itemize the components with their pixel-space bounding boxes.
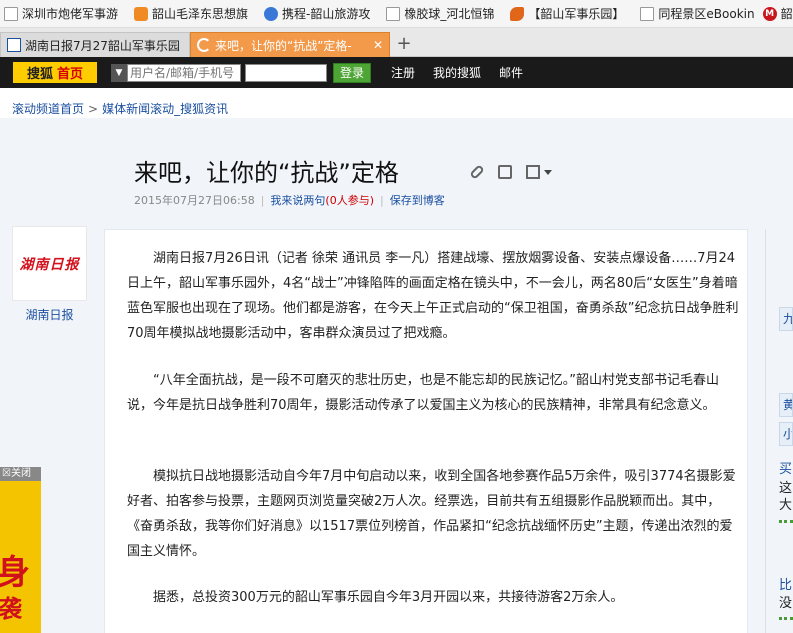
close-tab-icon[interactable]: ✕ [373,38,383,52]
meta-separator: | [380,194,384,207]
right-rail-text-3: 没 [779,596,793,611]
ad-subline: 袭 [0,595,22,623]
comment-count[interactable]: (0人参与) [325,194,374,207]
right-rail-text-2: 大 [779,498,793,513]
ctrip-icon [264,6,279,21]
chevron-down-icon[interactable] [544,169,552,175]
my-sohu-link[interactable]: 我的搜狐 [433,64,481,81]
account-type-dropdown[interactable]: ▼ [111,63,127,82]
right-rail-dots [779,520,793,526]
bookmarks-bar: 深圳市炮佬军事游 韶山毛泽东思想旗 携程-韶山旅游攻 橡胶球_河北恒锦 【韶山军… [0,0,793,28]
login-button[interactable]: 登录 [333,62,371,83]
share-icon[interactable] [526,165,540,179]
register-link[interactable]: 注册 [391,64,415,81]
tab-bar: 湖南日报7月27韶山军事乐园 来吧，让你的“抗战”定格- ✕ + [0,28,793,57]
bookmark-4[interactable]: 【韶山军事乐园】 [506,0,628,27]
article-paragraph-1: 湖南日报7月26日讯（记者 徐荣 通讯员 李一凡）搭建战壕、摆放烟雾设备、安装点… [127,251,739,341]
ad-close-button[interactable]: ☒关闭 [0,467,41,481]
left-floating-ad[interactable]: ☒关闭 身 袭 [0,467,41,633]
sohu-top-bar: 搜狐首页 ▼ 登录 注册 我的搜狐 邮件 [0,57,793,88]
comment-link[interactable]: 我来说两句 [270,194,325,207]
print-icon[interactable] [498,165,512,179]
article-paragraph-4: 据悉，总投资300万元的韶山军事乐园自今年3月开园以来，共接待游客2万余人。 [153,590,624,605]
article-title: 来吧，让你的“抗战”定格 [134,159,399,187]
meta-separator: | [260,194,265,207]
mail-link[interactable]: 邮件 [499,64,523,81]
link-icon[interactable] [469,164,485,180]
right-rail-link-2[interactable]: 比 [779,577,793,594]
article-meta: 2015年07月27日06:58 | 我来说两句(0人参与) | 保存到博客 [134,192,445,208]
favicon-icon [7,38,21,52]
page-icon [640,6,655,21]
source-logo[interactable]: 湖南日报 [12,226,87,301]
close-icon: ☒ [2,468,11,479]
ad-headline: 身 [0,553,30,593]
title-toolbar [469,164,552,180]
loading-icon [197,38,211,52]
breadcrumb-separator: > [88,102,99,116]
tab-active-article[interactable]: 来吧，让你的“抗战”定格- ✕ [190,32,390,57]
tab-hunan-daily[interactable]: 湖南日报7月27韶山军事乐园 [0,32,190,57]
username-input[interactable] [127,63,241,82]
bookmark-0[interactable]: 深圳市炮佬军事游 [0,0,122,27]
bookmark-6[interactable]: M韶 [759,0,793,27]
bookmark-1[interactable]: 韶山毛泽东思想旗 [130,0,252,27]
right-rail-dots [779,617,793,623]
breadcrumb-home-link[interactable]: 滚动频道首页 [12,102,84,116]
right-rail-divider [765,229,766,633]
bookmark-5[interactable]: 同程景区eBookin [636,0,758,27]
page-icon [386,6,401,21]
red-logo-icon: M [762,6,777,21]
bookmark-3[interactable]: 橡胶球_河北恒锦 [382,0,498,27]
article-paragraph-2: “八年全面抗战，是一段不可磨灭的悲壮历史，也是不能忘却的民族记忆。”韶山村党支部… [127,373,719,413]
fruit-icon [510,6,525,21]
sohu-logo[interactable]: 搜狐 首页 [13,62,97,83]
source-name-link[interactable]: 湖南日报 [12,306,87,323]
password-input[interactable] [245,63,327,82]
save-to-blog-link[interactable]: 保存到博客 [390,194,445,207]
publish-date: 2015年07月27日06:58 [134,194,255,207]
right-rail-link-1[interactable]: 买 [779,461,793,478]
right-rail-box-2[interactable]: 黄 [779,393,793,417]
right-rail-box-1[interactable]: 九 [779,307,793,331]
breadcrumb: 滚动频道首页 > 媒体新闻滚动_搜狐资讯 [12,100,228,117]
right-rail-box-3[interactable]: 小 [779,422,793,446]
page-icon [4,6,18,21]
article-body: 湖南日报7月26日讯（记者 徐荣 通讯员 李一凡）搭建战壕、摆放烟雾设备、安装点… [104,229,748,633]
new-tab-button[interactable]: + [394,34,414,54]
bookmark-2[interactable]: 携程-韶山旅游攻 [260,0,374,27]
bookmark-orange-icon [134,6,149,21]
article-paragraph-3: 模拟抗日战地摄影活动自今年7月中旬启动以来，收到全国各地参赛作品5万余件，吸引3… [127,469,736,559]
breadcrumb-section-link[interactable]: 媒体新闻滚动_搜狐资讯 [102,102,228,116]
right-rail-text-1: 这 [779,481,793,496]
